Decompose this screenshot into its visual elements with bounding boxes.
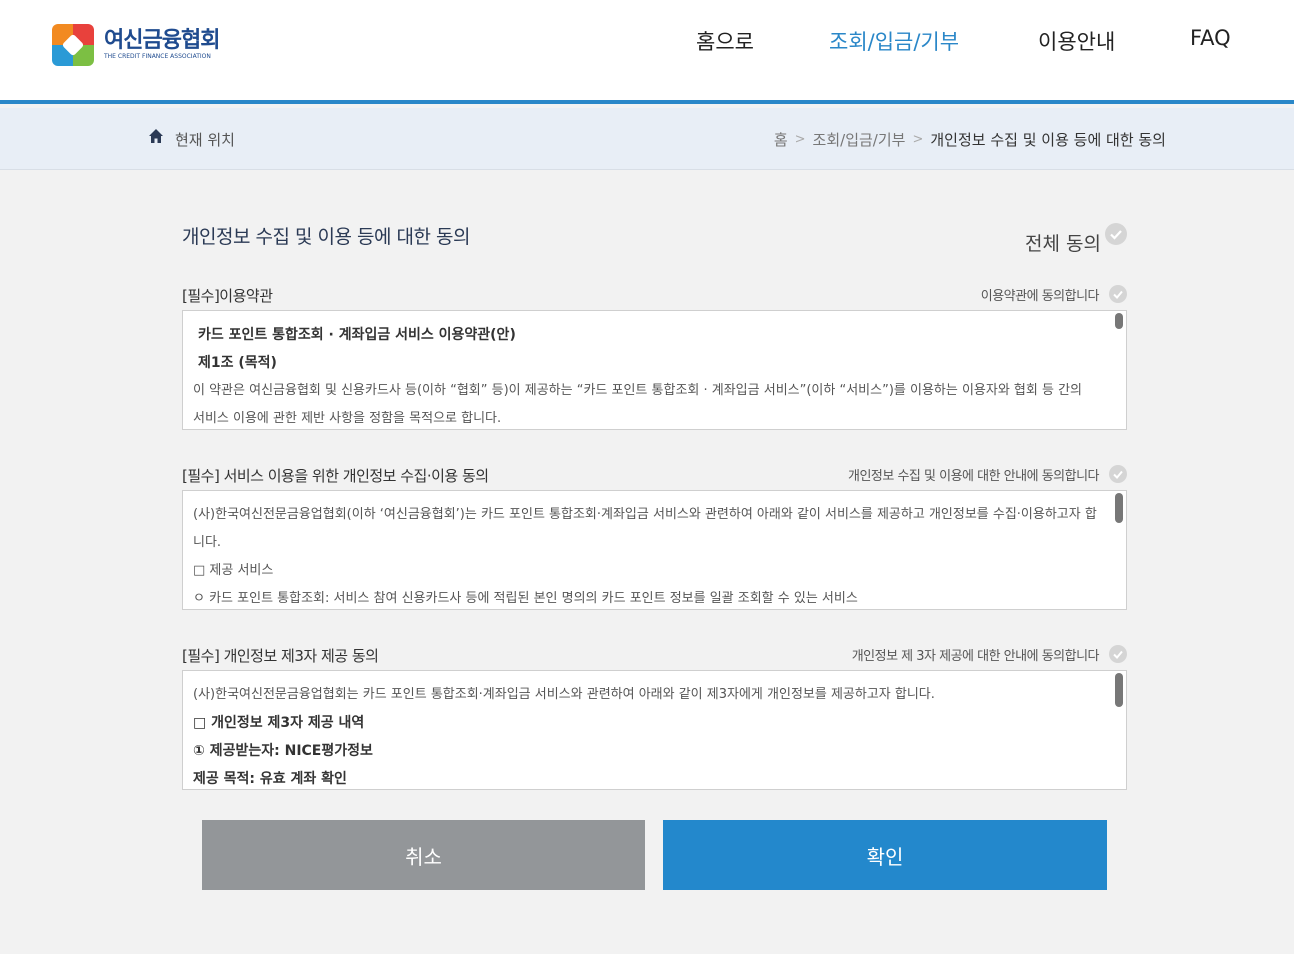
breadcrumb-separator-icon: >	[912, 132, 924, 147]
privacy-collection-agree-label[interactable]: 개인정보 수집 및 이용에 대한 안내에 동의합니다	[848, 465, 1100, 484]
terms-scrollbar[interactable]	[1115, 313, 1123, 329]
privacy-collection-section-title: [필수] 서비스 이용을 위한 개인정보 수집·이용 동의	[182, 467, 489, 485]
breadcrumb-separator-icon: >	[794, 132, 806, 147]
privacy-collection-check-icon[interactable]	[1109, 465, 1127, 483]
third-party-purpose: 제공 목적: 유효 계좌 확인	[193, 771, 347, 787]
third-party-intro: (사)한국여신전문금융업협회는 카드 포인트 통합조회·계좌입금 서비스와 관련…	[193, 687, 935, 702]
page-title: 개인정보 수집 및 이용 등에 대한 동의	[182, 226, 470, 248]
third-party-recipient: ① 제공받는자: NICE평가정보	[193, 743, 373, 759]
third-party-agree-label[interactable]: 개인정보 제 3자 제공에 대한 안내에 동의합니다	[852, 645, 1100, 664]
third-party-textbox[interactable]: (사)한국여신전문금융업협회는 카드 포인트 통합조회·계좌입금 서비스와 관련…	[182, 670, 1127, 790]
logo-text-english: THE CREDIT FINANCE ASSOCIATION	[104, 53, 211, 60]
third-party-section-title: [필수] 개인정보 제3자 제공 동의	[182, 647, 379, 665]
breadcrumb-home[interactable]: 홈	[774, 129, 788, 150]
privacy-collection-textbox[interactable]: (사)한국여신전문금융업협회(이하 ‘여신금융협회’)는 카드 포인트 통합조회…	[182, 490, 1127, 610]
active-nav-indicator	[829, 100, 960, 104]
home-icon	[149, 129, 163, 143]
association-logo[interactable]: 여신금융협회 THE CREDIT FINANCE ASSOCIATION	[52, 24, 220, 66]
terms-paragraph: 이 약관은 여신금융협회 및 신용카드사 등(이하 “협회” 등)이 제공하는 …	[193, 383, 1082, 426]
privacy-collection-service-item: ㅇ 카드 포인트 통합조회: 서비스 참여 신용카드사 등에 적립된 본인 명의…	[193, 591, 858, 606]
terms-agree-label[interactable]: 이용약관에 동의합니다	[981, 285, 1100, 304]
breadcrumb-inquiry[interactable]: 조회/입금/기부	[813, 129, 906, 150]
third-party-check-icon[interactable]	[1109, 645, 1127, 663]
third-party-scrollbar[interactable]	[1115, 673, 1123, 707]
site-header: 여신금융협회 THE CREDIT FINANCE ASSOCIATION 홈으…	[0, 0, 1294, 104]
privacy-collection-service-heading: □ 제공 서비스	[193, 563, 274, 578]
logo-mark-icon	[52, 24, 94, 66]
agree-all-label[interactable]: 전체 동의	[1025, 229, 1101, 256]
logo-text-korean: 여신금융협회	[104, 28, 220, 53]
terms-textbox[interactable]: 카드 포인트 통합조회 · 계좌입금 서비스 이용약관(안) 제1조 (목적) …	[182, 310, 1127, 430]
privacy-collection-scrollbar[interactable]	[1115, 493, 1123, 523]
location-label: 현재 위치	[175, 131, 235, 149]
terms-article-title: 제1조 (목적)	[198, 355, 277, 371]
cancel-button[interactable]: 취소	[202, 820, 645, 890]
nav-faq[interactable]: FAQ	[1190, 26, 1231, 50]
terms-agree-check-icon[interactable]	[1109, 285, 1127, 303]
privacy-collection-intro: (사)한국여신전문금융업협회(이하 ‘여신금융협회’)는 카드 포인트 통합조회…	[193, 507, 1097, 550]
confirm-button[interactable]: 확인	[663, 820, 1107, 890]
third-party-heading: □ 개인정보 제3자 제공 내역	[193, 715, 365, 731]
breadcrumb: 홈 > 조회/입금/기부 > 개인정보 수집 및 이용 등에 대한 동의	[774, 129, 1166, 150]
terms-section-title: [필수]이용약관	[182, 287, 273, 305]
agree-all-check-icon[interactable]	[1105, 223, 1127, 245]
terms-heading: 카드 포인트 통합조회 · 계좌입금 서비스 이용약관(안)	[198, 327, 516, 343]
breadcrumb-current: 개인정보 수집 및 이용 등에 대한 동의	[930, 131, 1166, 149]
nav-guide[interactable]: 이용안내	[1038, 26, 1115, 56]
nav-home[interactable]: 홈으로	[696, 26, 754, 56]
nav-inquiry-deposit-donate[interactable]: 조회/입금/기부	[829, 26, 959, 56]
